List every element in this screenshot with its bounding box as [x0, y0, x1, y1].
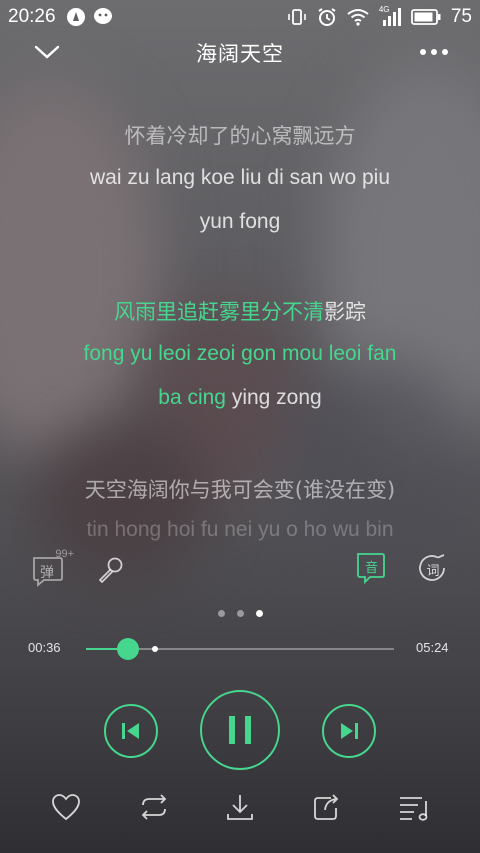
download-icon[interactable] [222, 789, 258, 825]
danmu-count-badge: 99+ [55, 548, 74, 560]
lyric-line: tin hong hoi fu nei yu o ho wu bin [86, 518, 394, 541]
lyric-line: 天空海阔你与我可会变(谁没在变) [84, 478, 396, 502]
vibrate-icon [287, 7, 307, 27]
pinyin-toggle-label: 音 [364, 560, 378, 576]
playback-controls [0, 688, 480, 772]
lyric-line: yun fong [199, 210, 281, 233]
status-time: 20:26 [8, 6, 56, 27]
song-title: 海阔天空 [196, 42, 284, 66]
wifi-icon [347, 8, 369, 26]
lyric-unsung-part: 影踪 [324, 300, 366, 324]
lyrics-toggle-label: 词 [426, 563, 440, 579]
cellular-signal-icon: 4G [378, 5, 401, 26]
next-icon [341, 723, 358, 739]
lyric-sung-part: ba cing [158, 386, 226, 409]
previous-button[interactable] [104, 704, 158, 758]
page-dot[interactable] [236, 610, 244, 617]
current-lyric-line: 风雨里追赶雾里分不清影踪 [0, 296, 480, 326]
lyric-line: wai zu lang koe liu di san wo piu [89, 166, 390, 189]
app-notification-icon [66, 7, 86, 27]
share-icon[interactable] [308, 789, 344, 825]
network-type-label: 4G [378, 5, 390, 14]
previous-icon [122, 723, 139, 739]
playlist-icon[interactable] [396, 789, 434, 825]
next-button[interactable] [322, 704, 376, 758]
lyric-line: 怀着冷却了的心窝飘远方 [124, 124, 356, 148]
alarm-icon [317, 7, 337, 27]
lyrics-toggle-icon[interactable]: 词 [416, 552, 450, 586]
page-dot[interactable] [217, 610, 225, 617]
seek-bar[interactable] [86, 638, 394, 660]
elapsed-time: 00:36 [28, 640, 61, 655]
seek-bar-buffer-marker [152, 646, 158, 652]
lyric-unsung-part: ying zong [225, 386, 322, 409]
favorite-heart-icon[interactable] [48, 789, 84, 825]
player-header: 海阔天空 [0, 34, 480, 74]
page-indicator [0, 610, 480, 617]
current-lyric-line: fong yu leoi zeoi gon mou leoi fan [83, 342, 397, 365]
current-lyric-line: ba cing ying zong [0, 386, 480, 410]
progress-row: 00:36 05:24 [0, 636, 480, 662]
pinyin-toggle-icon[interactable]: 音 [354, 551, 388, 587]
danmu-icon[interactable]: 弹 99+ [30, 548, 74, 588]
seek-bar-thumb[interactable] [117, 638, 139, 660]
wechat-notification-icon [93, 7, 116, 27]
pause-icon [229, 716, 251, 744]
battery-icon [410, 9, 441, 25]
total-time: 05:24 [416, 640, 449, 655]
more-options-icon[interactable] [414, 40, 454, 64]
repeat-mode-icon[interactable] [135, 789, 173, 825]
danmu-label: 弹 [40, 565, 54, 581]
pause-button[interactable] [200, 690, 280, 770]
status-bar: 20:26 4G 75 [0, 0, 480, 34]
bottom-action-row [0, 785, 480, 829]
lyrics-tool-row: 弹 99+ 音 词 [0, 548, 480, 592]
battery-level: 75 [450, 6, 472, 27]
lyric-sung-part: 风雨里追赶雾里分不清 [114, 300, 324, 324]
microphone-icon[interactable] [92, 552, 128, 588]
page-dot-active[interactable] [255, 610, 263, 617]
